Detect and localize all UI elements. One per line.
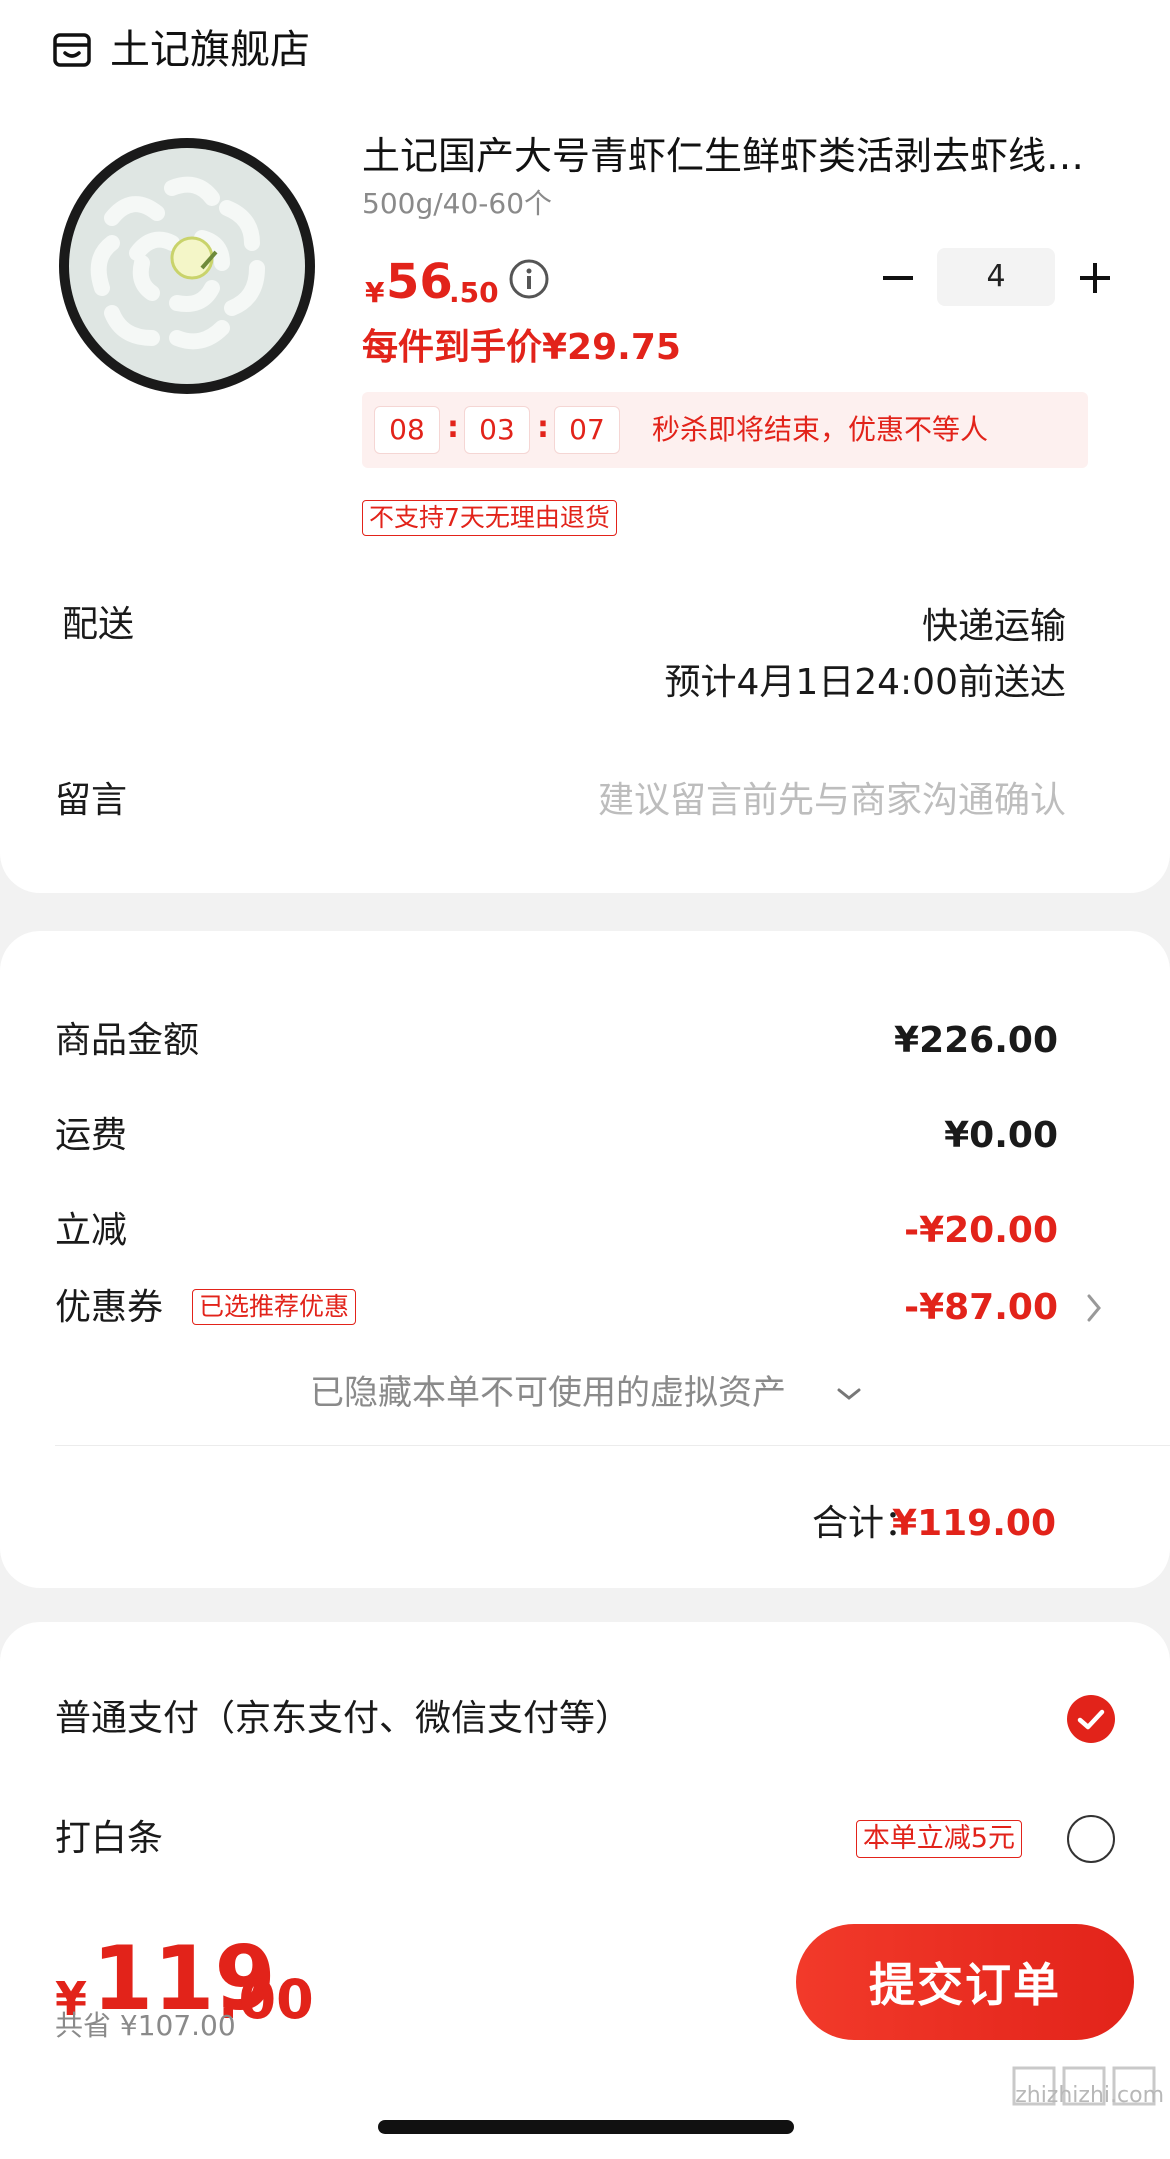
countdown-message: 秒杀即将结束，优惠不等人 (652, 413, 989, 446)
coupon-label[interactable]: 优惠券 (55, 1283, 163, 1333)
price-details-card: 商品金额 ¥226.00 运费 ¥0.00 立减 -¥20.00 优惠券 已选推… (0, 931, 1170, 1588)
price-decimal: .50 (449, 276, 499, 309)
chevron-down-icon[interactable] (836, 1384, 862, 1404)
quantity-minus-button[interactable] (878, 258, 918, 298)
countdown-hours: 08 (374, 406, 440, 454)
countdown-separator: : (537, 410, 549, 445)
message-label: 留言 (55, 780, 128, 821)
shop-name[interactable]: 土记旗舰店 (110, 22, 310, 78)
discount-label: 立减 (55, 1210, 128, 1251)
shipping-eta: 预计4月1日24:00前送达 (664, 662, 1066, 703)
payment-option-normal[interactable]: 普通支付（京东支付、微信支付等） (55, 1694, 631, 1744)
flash-sale-countdown: 08 : 03 : 07 秒杀即将结束，优惠不等人 (362, 392, 1088, 468)
quantity-input[interactable]: 4 (937, 248, 1055, 306)
payment-normal-radio-checked[interactable] (1067, 1695, 1115, 1743)
submit-order-button[interactable]: 提交订单 (796, 1924, 1134, 2040)
countdown-separator: : (447, 410, 459, 445)
countdown-seconds: 07 (554, 406, 620, 454)
goods-amount-value: ¥226.00 (894, 1020, 1058, 1061)
payment-baitiao-radio[interactable] (1067, 1815, 1115, 1863)
check-icon (1077, 1709, 1105, 1730)
countdown-minutes: 03 (464, 406, 530, 454)
chevron-right-icon[interactable] (1084, 1291, 1104, 1325)
home-indicator[interactable] (378, 2120, 794, 2134)
product-card: 土记旗舰店 土记国产大号青虾仁生鲜虾类活剥去虾线… 500g/40-60个 ¥ … (0, 0, 1170, 893)
shipping-method[interactable]: 快递运输 (922, 602, 1066, 652)
hidden-assets-toggle[interactable]: 已隐藏本单不可使用的虚拟资产 (310, 1369, 786, 1417)
watermark-text: zhizhizhi.com (1015, 2083, 1164, 2108)
price-symbol: ¥ (365, 276, 385, 309)
product-image[interactable] (52, 128, 322, 398)
coupon-tag: 已选推荐优惠 (192, 1289, 357, 1325)
return-policy-tag: 不支持7天无理由退货 (362, 500, 617, 536)
coupon-value[interactable]: -¥87.00 (904, 1283, 1058, 1333)
baitiao-discount-tag: 本单立减5元 (855, 1820, 1022, 1858)
info-icon[interactable] (508, 258, 550, 300)
message-input[interactable] (466, 774, 1066, 826)
discount-value: -¥20.00 (904, 1210, 1058, 1251)
quantity-plus-button[interactable] (1075, 258, 1115, 298)
shop-icon (53, 33, 91, 67)
freight-value: ¥0.00 (944, 1115, 1058, 1156)
shipping-label: 配送 (62, 604, 135, 645)
freight-label: 运费 (55, 1115, 128, 1156)
goods-amount-label: 商品金额 (55, 1020, 200, 1061)
saved-amount: 共省 ¥107.00 (55, 2009, 236, 2042)
product-spec: 500g/40-60个 (362, 187, 553, 220)
total-value: ¥119.00 (892, 1503, 1056, 1544)
payment-option-baitiao[interactable]: 打白条 (55, 1814, 163, 1864)
product-title[interactable]: 土记国产大号青虾仁生鲜虾类活剥去虾线… (362, 130, 1122, 182)
bottom-checkout-bar: ¥ 119 .00 共省 ¥107.00 提交订单 zhizhizhi.com (0, 1906, 1170, 2159)
price-integer: 56 (386, 254, 453, 310)
divider (55, 1445, 1170, 1446)
unit-price: 每件到手价¥29.75 (362, 327, 681, 368)
